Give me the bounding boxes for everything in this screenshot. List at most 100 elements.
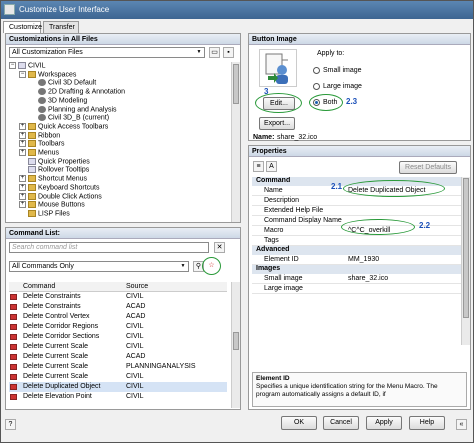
property-value[interactable]: share_32.ico: [348, 275, 388, 282]
property-row[interactable]: Large image: [252, 284, 461, 294]
expand-toggle-icon[interactable]: +: [19, 140, 26, 148]
help-icon[interactable]: ?: [5, 419, 16, 430]
cancel-button[interactable]: Cancel: [323, 416, 359, 430]
expand-toggle-icon[interactable]: +: [19, 192, 26, 200]
command-name: Delete Constraints: [23, 303, 81, 310]
gear-icon: [38, 96, 46, 104]
collapse-toggle-icon[interactable]: −: [19, 70, 26, 78]
column-command[interactable]: Command: [23, 283, 55, 290]
ok-button[interactable]: OK: [281, 416, 317, 430]
command-source: ACAD: [126, 353, 146, 360]
command-icon: [10, 294, 17, 300]
expand-toggle-icon[interactable]: +: [19, 122, 26, 130]
table-row[interactable]: Delete Current Scale ACAD: [9, 352, 227, 362]
gear-icon: [38, 105, 46, 113]
gear-icon: [38, 88, 46, 96]
expand-toggle-icon[interactable]: +: [19, 131, 26, 139]
apply-button[interactable]: Apply: [366, 416, 402, 430]
property-name: Macro: [264, 227, 284, 234]
property-section-title: Command: [256, 177, 291, 184]
command-filter-select[interactable]: All Commands Only ▼: [9, 261, 189, 272]
column-source[interactable]: Source: [126, 283, 148, 290]
property-scrollbar[interactable]: [461, 177, 470, 345]
tab-transfer[interactable]: Transfer: [43, 21, 79, 33]
table-row[interactable]: Delete Current Scale CIVIL: [9, 372, 227, 382]
table-row[interactable]: Delete Elevation Point CIVIL: [9, 392, 227, 402]
table-row[interactable]: Delete Constraints CIVIL: [9, 292, 227, 302]
command-list-scrollbar[interactable]: [231, 282, 240, 408]
property-section-title: Images: [256, 265, 281, 272]
tree-item-label: Shortcut Menus: [38, 175, 88, 183]
command-search-input[interactable]: Search command list: [9, 242, 209, 253]
large-image-label: Large image: [323, 83, 362, 90]
annotation-2-2: 2.2: [419, 221, 431, 230]
table-row[interactable]: Delete Duplicated Object CIVIL: [9, 382, 227, 392]
gear-icon: [38, 79, 46, 87]
table-row[interactable]: Delete Current Scale CIVIL: [9, 342, 227, 352]
property-scroll-thumb[interactable]: [463, 178, 469, 318]
command-source: CIVIL: [126, 293, 144, 300]
property-section[interactable]: Advanced: [252, 246, 461, 255]
save-icon[interactable]: ▪: [223, 47, 234, 58]
collapse-toggle-icon[interactable]: −: [9, 62, 16, 69]
property-row[interactable]: Tags: [252, 236, 461, 246]
apply-to-label: Apply to:: [317, 50, 345, 57]
command-name: Delete Current Scale: [23, 353, 88, 360]
property-section[interactable]: Images: [252, 265, 461, 274]
expand-toggle-icon[interactable]: +: [19, 201, 26, 209]
tree-scroll-thumb[interactable]: [233, 64, 239, 104]
chevron-down-icon: ▼: [196, 49, 202, 55]
command-icon: [10, 304, 17, 310]
title-bar: Customize User Interface: [1, 1, 473, 19]
small-image-radio[interactable]: [313, 67, 320, 74]
customization-files-select[interactable]: All Customization Files ▼: [9, 47, 205, 58]
open-file-icon[interactable]: ▭: [209, 47, 220, 58]
help-button[interactable]: Help: [409, 416, 445, 430]
table-row[interactable]: Delete Corridor Sections CIVIL: [9, 332, 227, 342]
alphabetical-icon[interactable]: A: [266, 161, 277, 172]
command-scroll-thumb[interactable]: [233, 332, 239, 350]
tree-item-label: Civil 3D_B (current): [48, 114, 110, 122]
property-name: Command Display Name: [264, 217, 342, 224]
property-row[interactable]: Small image share_32.ico: [252, 274, 461, 284]
command-source: CIVIL: [126, 323, 144, 330]
annotation-2-1: 2.1: [331, 182, 343, 191]
expand-toggle-icon[interactable]: +: [19, 175, 26, 183]
tree-item[interactable]: LISP Files: [19, 209, 70, 220]
table-row[interactable]: Delete Corridor Regions CIVIL: [9, 322, 227, 332]
tab-customize[interactable]: Customize: [3, 21, 42, 33]
new-command-highlight: [202, 257, 221, 275]
doc-icon: [28, 157, 36, 165]
property-value[interactable]: MM_1930: [348, 256, 379, 263]
property-help-title: Element ID: [256, 375, 290, 382]
command-name: Delete Current Scale: [23, 373, 88, 380]
export-image-button[interactable]: Export...: [259, 117, 295, 130]
command-icon: [10, 344, 17, 350]
reset-defaults-button[interactable]: Reset Defaults: [399, 161, 457, 174]
macro-value-highlight: [341, 219, 415, 235]
property-name: Large image: [264, 285, 303, 292]
tree-scrollbar[interactable]: [231, 62, 240, 222]
tree-item-label: Mouse Buttons: [38, 201, 85, 209]
tree-item-label: Planning and Analysis: [48, 105, 117, 113]
tree-item-label: Ribbon: [38, 131, 61, 139]
clear-search-icon[interactable]: ✕: [214, 242, 225, 253]
folder-icon: [28, 140, 36, 148]
collapse-icon[interactable]: «: [456, 419, 467, 430]
expand-toggle-icon[interactable]: +: [19, 149, 26, 156]
folder-icon: [28, 192, 36, 200]
table-row[interactable]: Delete Current Scale PLANNINGANALYSIS: [9, 362, 227, 372]
command-source: ACAD: [126, 313, 146, 320]
tree-item-label: Quick Access Toolbars: [38, 123, 109, 131]
property-row[interactable]: Extended Help File: [252, 206, 461, 216]
categorized-icon[interactable]: ≡: [253, 161, 264, 172]
large-image-radio[interactable]: [313, 83, 320, 90]
command-name: Delete Control Vertex: [23, 313, 90, 320]
expand-toggle-icon[interactable]: +: [19, 183, 26, 191]
property-row[interactable]: Description: [252, 196, 461, 206]
folder-icon: [28, 122, 36, 130]
table-row[interactable]: Delete Control Vertex ACAD: [9, 312, 227, 322]
property-row[interactable]: Element ID MM_1930: [252, 255, 461, 265]
command-icon: [10, 314, 17, 320]
table-row[interactable]: Delete Constraints ACAD: [9, 302, 227, 312]
